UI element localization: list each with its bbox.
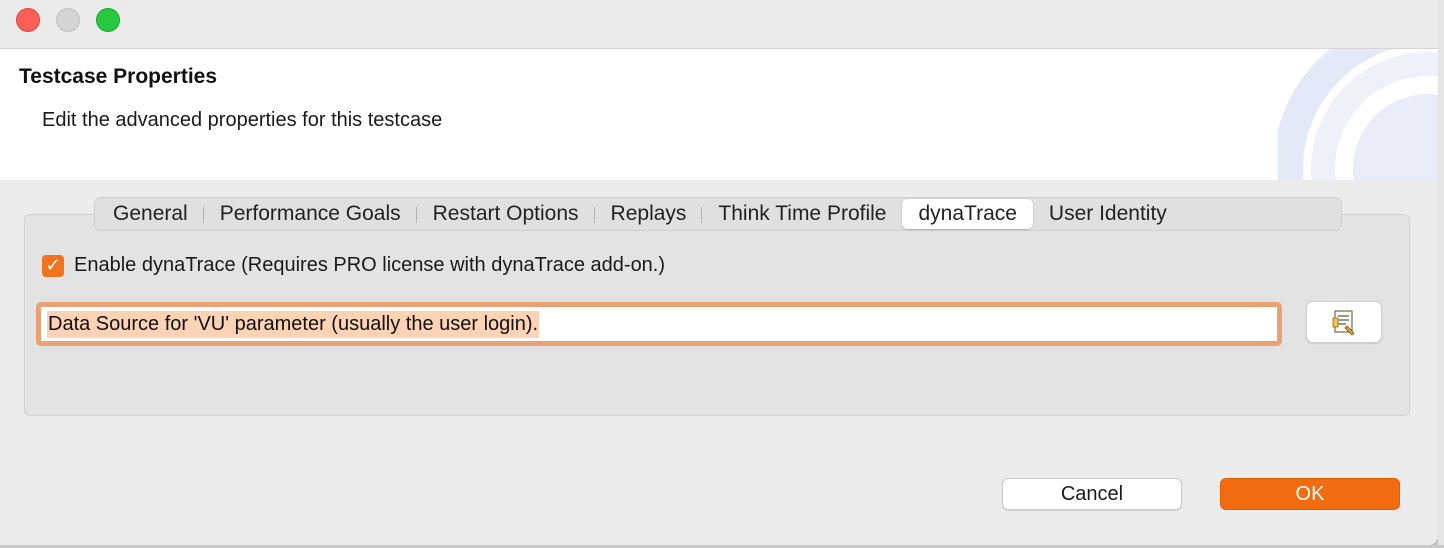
tab-restart-options[interactable]: Restart Options [417,199,595,229]
close-window-button[interactable] [16,8,40,32]
background-edge [1438,0,1444,548]
enable-dynatrace-label: Enable dynaTrace (Requires PRO license w… [74,254,666,276]
data-source-value: Data Source for 'VU' parameter (usually … [47,310,540,338]
testcase-properties-dialog: Testcase Properties Edit the advanced pr… [0,0,1439,546]
minimize-window-button[interactable] [56,8,80,32]
dialog-title: Testcase Properties [19,65,218,88]
checkmark-icon: ✓ [45,255,61,275]
tab-replays[interactable]: Replays [595,199,703,229]
document-edit-icon [1332,310,1355,336]
ok-button[interactable]: OK [1220,478,1400,510]
maximize-window-button[interactable] [96,8,120,32]
tab-dynatrace[interactable]: dynaTrace [902,199,1033,229]
data-source-field-focus-ring: Data Source for 'VU' parameter (usually … [36,302,1282,346]
data-source-input[interactable]: Data Source for 'VU' parameter (usually … [41,307,1277,341]
tab-performance-goals[interactable]: Performance Goals [204,199,417,229]
enable-dynatrace-checkbox[interactable]: ✓ [42,254,64,277]
tab-general[interactable]: General [97,199,204,229]
title-bar [0,0,1438,49]
dialog-header: Testcase Properties Edit the advanced pr… [0,49,1438,180]
tab-user-identity[interactable]: User Identity [1033,199,1183,229]
tab-think-time-profile[interactable]: Think Time Profile [702,199,902,229]
data-source-browse-button[interactable] [1306,301,1382,343]
cancel-button[interactable]: Cancel [1002,478,1182,510]
enable-dynatrace-row[interactable]: ✓ Enable dynaTrace (Requires PRO license… [42,254,665,277]
tab-bar: General Performance Goals Restart Option… [94,197,1342,231]
header-decoration-icon [1278,49,1438,180]
dialog-description: Edit the advanced properties for this te… [42,109,443,131]
